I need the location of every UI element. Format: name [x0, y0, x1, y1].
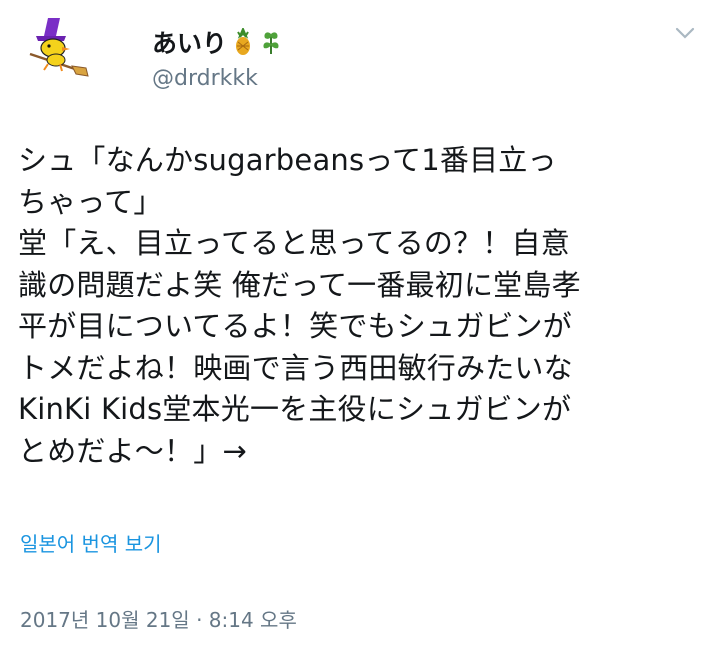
translate-tweet-link[interactable]: 일본어 번역 보기: [20, 528, 162, 557]
author-display-name-row[interactable]: あいり: [152, 24, 283, 60]
avatar[interactable]: [26, 14, 90, 78]
tweet-timestamp[interactable]: 2017년 10월 21일 · 8:14 오후: [20, 604, 297, 633]
author-display-name[interactable]: あいり: [152, 24, 227, 60]
witch-hat-shape: [44, 18, 60, 36]
pineapple-icon: [236, 28, 251, 55]
author-handle[interactable]: @drdrkkk: [152, 66, 258, 91]
tweet-text: シュ「なんかsugarbeansって1番目立っ ちゃって」 堂「え、目立ってると…: [18, 143, 581, 468]
herb-icon: [263, 32, 279, 54]
chevron-down-icon[interactable]: [672, 20, 698, 46]
